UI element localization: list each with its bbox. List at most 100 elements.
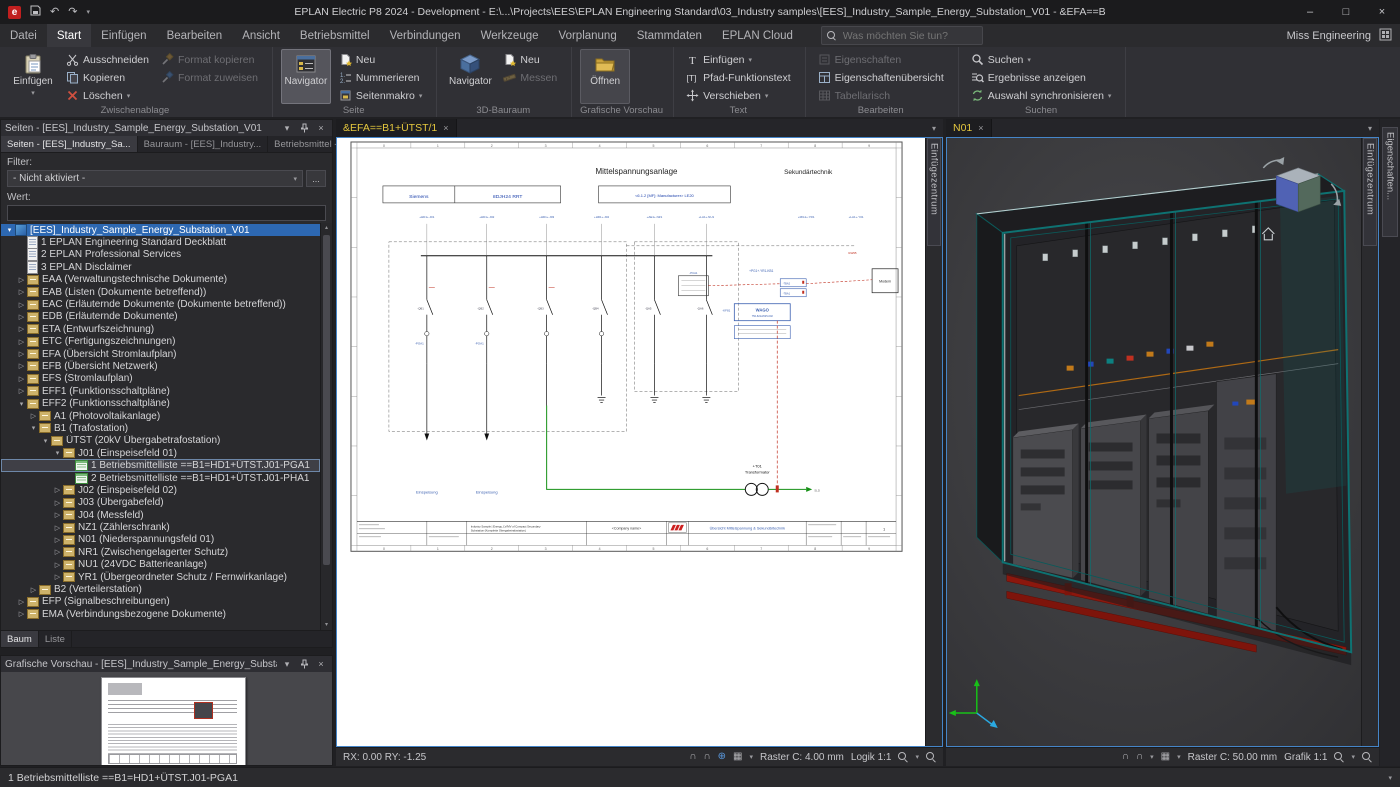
expander-icon[interactable]: ▷ — [16, 610, 27, 618]
tree-item[interactable]: 1 EPLAN Engineering Standard Deckblatt — [1, 236, 320, 248]
view-tab-0[interactable]: Baum — [1, 631, 39, 647]
logic-toggle2-icon[interactable]: ∩ — [703, 752, 710, 762]
properties-button[interactable]: Eigenschaften — [814, 51, 948, 68]
insert-center-tab[interactable]: Einfügezentrum — [927, 138, 941, 246]
zoom-window-icon[interactable] — [926, 752, 936, 762]
expander-icon[interactable]: ▷ — [16, 288, 27, 296]
viewer-3d-canvas[interactable] — [947, 138, 1361, 746]
tab-schematic-page[interactable]: &EFA==B1+ÜTST/1 × — [336, 119, 457, 137]
tree-item[interactable]: ▷NU1 (24VDC Batterieanlage) — [1, 559, 320, 571]
snap-icon[interactable]: ⊕ — [718, 752, 726, 762]
tree-item[interactable]: 2 EPLAN Professional Services — [1, 249, 320, 261]
quick-access-caret-icon[interactable]: ▾ — [86, 8, 90, 16]
tree-scrollbar[interactable]: ▴ ▾ — [320, 223, 332, 630]
path-function-text-button[interactable]: [T] Pfad-Funktionstext — [682, 69, 795, 86]
space3d-new-button[interactable]: Neu — [499, 51, 561, 68]
mode-caret-icon[interactable]: ▾ — [1150, 753, 1154, 761]
preview-open-button[interactable]: Öffnen — [580, 49, 630, 104]
tree-item[interactable]: ▷EAC (Erläuternde Dokumente (Dokumente b… — [1, 298, 320, 310]
expander-icon[interactable]: ▷ — [52, 548, 63, 556]
tree-item[interactable]: ▷EFA (Übersicht Stromlaufplan) — [1, 348, 320, 360]
insert-center-tab-3d[interactable]: Einfügezentrum — [1363, 138, 1377, 246]
scroll-up-icon[interactable]: ▴ — [325, 223, 328, 233]
logic-toggle-icon[interactable]: ∩ — [1122, 752, 1129, 762]
menu-verbindungen[interactable]: Verbindungen — [380, 24, 471, 47]
expander-icon[interactable]: ▾ — [52, 449, 63, 457]
space3d-navigator-button[interactable]: Navigator — [445, 49, 495, 104]
wert-input[interactable] — [7, 205, 326, 221]
search-input[interactable] — [841, 29, 977, 43]
scroll-down-icon[interactable]: ▾ — [325, 620, 328, 630]
text-insert-button[interactable]: T Einfügen ▾ — [682, 51, 795, 68]
tree-item[interactable]: ▾J01 (Einspeisefeld 01) — [1, 447, 320, 459]
menu-eplan-cloud[interactable]: EPLAN Cloud — [712, 24, 803, 47]
cut-button[interactable]: Ausschneiden — [62, 51, 153, 68]
sync-selection-button[interactable]: Auswahl synchronisieren ▾ — [967, 87, 1116, 104]
tree-item[interactable]: ▷J03 (Übergabefeld) — [1, 497, 320, 509]
text-move-button[interactable]: Verschieben ▾ — [682, 87, 795, 104]
expander-icon[interactable]: ▷ — [28, 586, 39, 594]
dock-tab-0[interactable]: Seiten - [EES]_Industry_Sa... — [1, 136, 138, 152]
tree-item[interactable]: ▷A1 (Photovoltaikanlage) — [1, 410, 320, 422]
scroll-thumb[interactable] — [323, 235, 330, 565]
tree-item[interactable]: ▷ETC (Fertigungszeichnungen) — [1, 336, 320, 348]
expander-icon[interactable]: ▷ — [16, 276, 27, 284]
tree-item[interactable]: ▷EAA (Verwaltungstechnische Dokumente) — [1, 274, 320, 286]
format-copy-button[interactable]: Format kopieren — [157, 51, 262, 68]
view-tab-1[interactable]: Liste — [39, 631, 72, 647]
tab-3d-space[interactable]: N01 × — [946, 119, 992, 137]
tree-item[interactable]: ▾B1 (Trafostation) — [1, 422, 320, 434]
tree-item[interactable]: ▾[EES]_Industry_Sample_Energy_Substation… — [1, 224, 320, 236]
tree-item[interactable]: ▷EFF1 (Funktionsschaltpläne) — [1, 385, 320, 397]
tree-item[interactable]: 2 Betriebsmittelliste ==B1=HD1+ÜTST.J01-… — [1, 472, 320, 484]
preview-thumbnail[interactable] — [101, 677, 246, 765]
tree-item[interactable]: ▷EAB (Listen (Dokumente betreffend)) — [1, 286, 320, 298]
page-macro-button[interactable]: Seitenmakro ▾ — [335, 87, 426, 104]
tree-item[interactable]: 1 Betriebsmittelliste ==B1=HD1+ÜTST.J01-… — [1, 459, 320, 471]
format-assign-button[interactable]: Format zuweisen — [157, 69, 262, 86]
schematic-canvas[interactable]: 00112233445566778899 Mittelspannungsanla… — [337, 138, 925, 746]
expander-icon[interactable]: ▷ — [16, 375, 27, 383]
tree-item[interactable]: ▷J04 (Messfeld) — [1, 509, 320, 521]
expander-icon[interactable]: ▾ — [4, 226, 15, 234]
page-new-button[interactable]: Neu — [335, 51, 426, 68]
dock-tab-1[interactable]: Bauraum - [EES]_Industry... — [138, 136, 269, 152]
expander-icon[interactable]: ▷ — [16, 387, 27, 395]
tab-close-icon[interactable]: × — [978, 123, 983, 133]
expander-icon[interactable]: ▷ — [52, 573, 63, 581]
menu-stammdaten[interactable]: Stammdaten — [627, 24, 712, 47]
preview-menu-caret-icon[interactable]: ▾ — [280, 659, 294, 670]
filter-more-button[interactable]: ... — [306, 170, 326, 187]
expander-icon[interactable]: ▾ — [40, 437, 51, 445]
tree-item[interactable]: ▷YR1 (Übergeordneter Schutz / Fernwirkan… — [1, 571, 320, 583]
menu-werkzeuge[interactable]: Werkzeuge — [471, 24, 549, 47]
expander-icon[interactable]: ▷ — [52, 536, 63, 544]
tree-item[interactable]: 3 EPLAN Disclaimer — [1, 261, 320, 273]
panel-close-icon[interactable]: × — [314, 123, 328, 133]
expander-icon[interactable]: ▷ — [16, 338, 27, 346]
page-navigator-button[interactable]: Navigator — [281, 49, 331, 104]
tree-item[interactable]: ▷N01 (Niederspannungsfeld 01) — [1, 534, 320, 546]
tree-item[interactable]: ▷NZ1 (Zählerschrank) — [1, 521, 320, 533]
expander-icon[interactable]: ▷ — [16, 325, 27, 333]
search-box[interactable] — [821, 26, 983, 45]
tree-item[interactable]: ▷EDB (Erläuternde Dokumente) — [1, 311, 320, 323]
expander-icon[interactable]: ▷ — [52, 561, 63, 569]
tree-item[interactable]: ▷EMA (Verbindungsbezogene Dokumente) — [1, 608, 320, 620]
undo-icon[interactable]: ↶ — [50, 7, 59, 18]
zoom-caret-icon[interactable]: ▾ — [915, 753, 919, 761]
expander-icon[interactable]: ▾ — [16, 400, 27, 408]
copy-button[interactable]: Kopieren — [62, 69, 153, 86]
page-number-button[interactable]: 1.2. Nummerieren — [335, 69, 426, 86]
property-overview-button[interactable]: Eigenschaftenübersicht — [814, 69, 948, 86]
tree-item[interactable]: ▷J02 (Einspeisefeld 02) — [1, 484, 320, 496]
zoom-caret-icon[interactable]: ▾ — [1351, 753, 1355, 761]
tab-list-caret-icon[interactable]: ▾ — [1361, 124, 1379, 133]
tree-item[interactable]: ▷ETA (Entwurfszeichnung) — [1, 323, 320, 335]
tree-item[interactable]: ▷EFP (Signalbeschreibungen) — [1, 596, 320, 608]
maximize-button[interactable]: □ — [1328, 0, 1364, 24]
pin-icon[interactable] — [297, 123, 311, 133]
show-results-button[interactable]: Ergebnisse anzeigen — [967, 69, 1116, 86]
expander-icon[interactable]: ▷ — [52, 499, 63, 507]
preview-pin-icon[interactable] — [297, 659, 311, 669]
